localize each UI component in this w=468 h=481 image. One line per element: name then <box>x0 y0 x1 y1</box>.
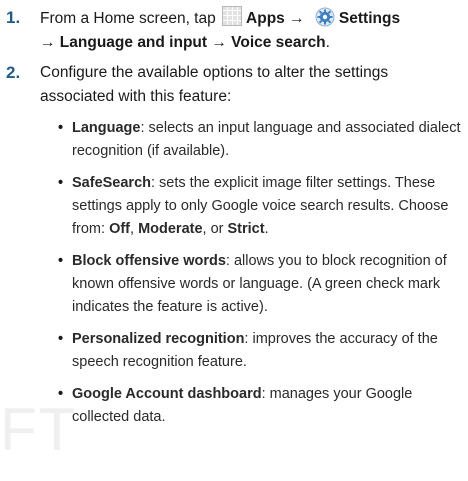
list-item: SafeSearch: sets the explicit image filt… <box>58 172 462 241</box>
step-number: 1. <box>6 8 21 27</box>
apps-icon <box>222 6 243 26</box>
step-number: 2. <box>6 63 21 82</box>
option-term: Language <box>72 120 141 136</box>
step-1-pre: From a Home screen, tap <box>40 10 216 27</box>
apps-label: Apps <box>246 10 285 27</box>
option-term: Block offensive words <box>72 253 226 269</box>
choice-moderate: Moderate <box>138 221 203 237</box>
separator: , <box>130 221 139 237</box>
option-term: SafeSearch <box>72 175 151 191</box>
choice-off: Off <box>109 221 130 237</box>
navigation-path: → Language and input → Voice search <box>40 34 326 51</box>
list-item: Personalized recognition: improves the a… <box>58 328 462 374</box>
arrow: → <box>289 10 305 27</box>
settings-label: Settings <box>338 10 401 27</box>
list-item: Google Account dashboard: manages your G… <box>58 383 462 429</box>
list-item: Block offensive words: allows you to blo… <box>58 250 462 319</box>
option-term: Personalized recognition <box>72 331 245 347</box>
step-text: Configure the available options to alter… <box>40 64 389 105</box>
period: . <box>325 34 330 51</box>
period: . <box>264 221 269 237</box>
page: FT 1. From a Home screen, tap Apps → Set… <box>0 0 468 481</box>
settings-gear-icon <box>315 7 335 27</box>
separator: , or <box>202 221 228 237</box>
options-list: Language: selects an input language and … <box>58 117 462 438</box>
choice-strict: Strict <box>227 221 265 237</box>
list-item: Language: selects an input language and … <box>58 117 462 163</box>
step-text: From a Home screen, tap Apps → Settings <box>40 6 462 55</box>
option-term: Google Account dashboard <box>72 386 262 402</box>
